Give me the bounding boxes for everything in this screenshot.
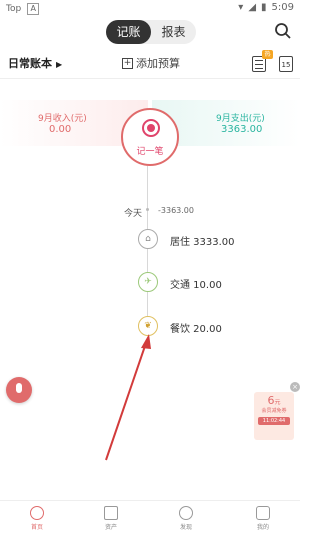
add-budget-label: 添加预算 (136, 57, 180, 70)
segmented-control: 记账 报表 (106, 20, 196, 44)
promo-unit: 元 (274, 399, 281, 406)
profile-icon (256, 506, 270, 520)
home-nav-icon (30, 506, 44, 520)
list-item[interactable]: 居住 3333.00 (170, 233, 235, 248)
list-item[interactable]: 交通 10.00 (170, 276, 222, 291)
nav-label: 我的 (256, 524, 269, 531)
tab-reports[interactable]: 报表 (151, 20, 196, 44)
nav-assets[interactable]: 资产 (91, 506, 131, 531)
record-button-label: 记一笔 (136, 147, 164, 157)
promo-countdown: 11:02:44 (258, 417, 290, 425)
nav-label: 首页 (30, 524, 43, 531)
food-icon[interactable]: ❦ (138, 316, 158, 336)
annotation-arrow (105, 334, 151, 461)
nav-profile[interactable]: 我的 (243, 506, 283, 531)
microphone-icon (16, 383, 22, 393)
status-bar: Top A ▾ ◢ ▮ 5:09 (0, 0, 300, 16)
home-icon[interactable]: ⌂ (138, 229, 158, 249)
nav-label: 资产 (104, 524, 117, 531)
voice-record-button[interactable] (6, 377, 32, 403)
triangle-right-icon: ▶ (56, 60, 63, 69)
record-button[interactable]: 记一笔 (121, 108, 179, 166)
camera-icon (142, 119, 160, 137)
wifi-icon: ▾ (238, 2, 244, 13)
timeline-dot (146, 208, 149, 211)
carrier-text: Top (6, 4, 22, 14)
search-icon[interactable] (274, 22, 292, 40)
toolbar: 日常账本 ▶ + 添加预算 热 15 (0, 50, 300, 76)
list-item[interactable]: 餐饮 20.00 (170, 320, 222, 335)
bottom-nav: 首页 资产 发现 我的 (0, 500, 300, 535)
divider (0, 78, 300, 79)
plane-icon[interactable]: ✈ (138, 272, 158, 292)
today-amount: -3363.00 (158, 206, 194, 215)
plus-icon: + (122, 57, 133, 69)
nav-label: 发现 (179, 524, 192, 531)
clock: 5:09 (271, 2, 294, 13)
add-budget-button[interactable]: + 添加预算 (122, 55, 180, 71)
calendar-icon[interactable]: 15 (279, 56, 293, 72)
account-book-name: 日常账本 (8, 57, 52, 70)
expense-value: 3363.00 (221, 124, 263, 135)
wallet-icon (104, 506, 118, 520)
nav-home[interactable]: 首页 (17, 506, 57, 531)
promo-text: 会员减免券 (261, 408, 287, 414)
hot-badge: 热 (262, 50, 273, 59)
expense-label: 9月支出(元) (216, 114, 265, 124)
close-icon[interactable]: × (290, 382, 300, 392)
nav-discover[interactable]: 发现 (166, 506, 206, 531)
signal-icon: ◢ (248, 2, 257, 13)
account-book-selector[interactable]: 日常账本 ▶ (8, 55, 62, 71)
promo-coupon[interactable]: × 6元 会员减免券 11:02:44 (254, 382, 300, 440)
income-label: 9月收入(元) (38, 114, 87, 124)
compass-icon (179, 506, 193, 520)
battery-icon: ▮ (261, 2, 267, 13)
top-tab-bar: 记账 报表 (0, 16, 300, 48)
income-value: 0.00 (49, 124, 72, 135)
notification-icon: A (27, 3, 40, 15)
today-label: 今天 (124, 209, 143, 219)
tab-bookkeeping[interactable]: 记账 (106, 20, 151, 44)
